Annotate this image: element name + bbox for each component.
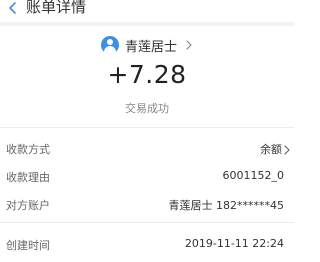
row-label: 创建时间 — [6, 239, 50, 252]
counterparty-account-row: 对方账户 青莲居士 182******45 — [0, 193, 294, 217]
section-divider — [0, 222, 294, 223]
header-divider — [0, 22, 294, 26]
row-label: 收款方式 — [6, 143, 50, 156]
created-time-row: 创建时间 2019-11-11 22:24 — [0, 233, 294, 257]
payee-link[interactable]: 青莲居士 — [0, 34, 294, 56]
transaction-status: 交易成功 — [125, 102, 169, 115]
chevron-right-icon — [284, 145, 290, 155]
chevron-right-icon — [186, 40, 192, 50]
row-value: 2019-11-11 22:24 — [184, 237, 284, 250]
transaction-amount: +7.28 — [107, 60, 187, 89]
payment-method-row[interactable]: 收款方式 余额 — [0, 137, 294, 161]
section-divider — [0, 127, 294, 128]
top-bar: 账单详情 — [0, 0, 294, 22]
row-label: 对方账户 — [6, 199, 50, 212]
row-value: 青莲居士 182******45 — [168, 199, 285, 212]
payment-reason-row: 收款理由 6001152_0 — [0, 165, 294, 189]
row-label: 收款理由 — [6, 171, 50, 184]
payee-name: 青莲居士 — [124, 39, 177, 55]
page-title: 账单详情 — [26, 0, 87, 16]
back-arrow-icon[interactable] — [6, 1, 20, 15]
row-value: 6001152_0 — [222, 169, 285, 182]
avatar — [100, 36, 119, 54]
row-value: 余额 — [260, 143, 282, 156]
